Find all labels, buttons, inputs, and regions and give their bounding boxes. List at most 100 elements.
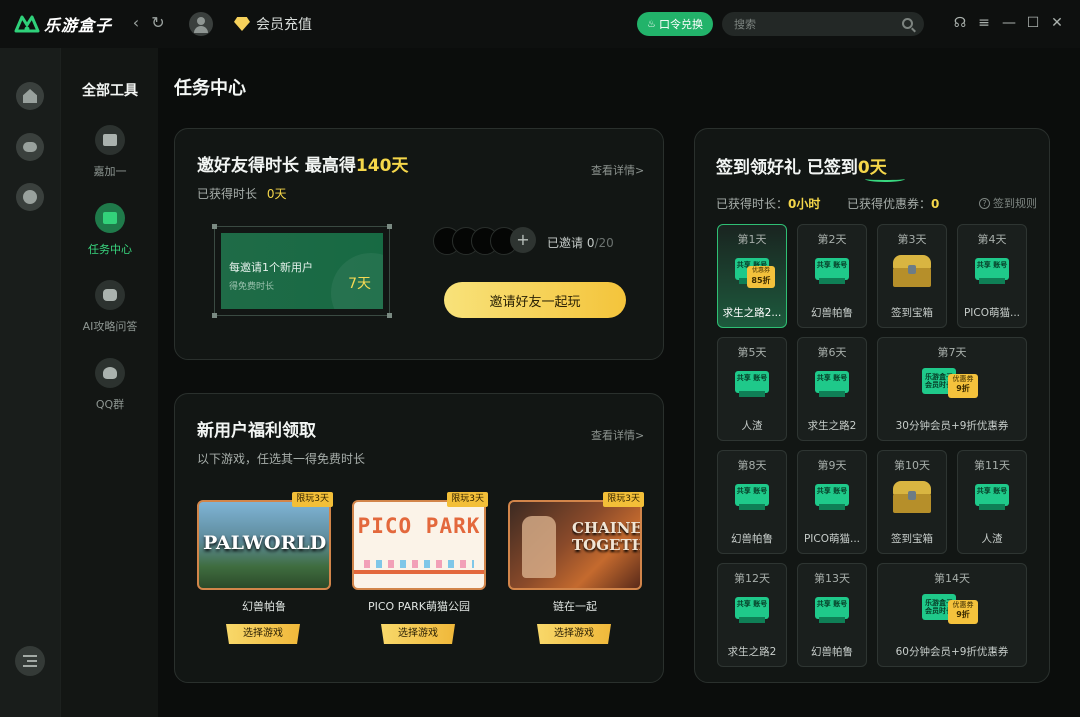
checkin-day-14[interactable]: 第14天 乐游盒子 会员时长 优惠券 9折 60分钟会员+9折优惠券 [877,563,1027,667]
day-reward-name: PICO萌猫... [963,307,1021,319]
close-icon[interactable]: ✕ [1049,14,1065,32]
tool-task-center[interactable]: 任务中心 [61,203,159,257]
vip-coupon-icon: 乐游盒子 会员时长 优惠券 9折 [922,368,982,404]
coupon-text: 优惠券 9折 [948,374,978,398]
headset-icon[interactable]: ☊ [952,14,968,32]
checkin-day-6[interactable]: 第6天 共享 账号 求生之路2 [797,337,867,441]
checkin-day-12[interactable]: 第12天共享 账号求生之路2 [717,563,787,667]
tools-title: 全部工具 [82,83,138,99]
refresh-button[interactable]: ↻ [149,14,167,32]
checkin-title: 签到领好礼 已签到0天 [716,153,887,178]
day-label: 第8天 [737,459,767,472]
app-name: 乐游盒子 [44,16,113,35]
search-icon[interactable] [902,18,913,29]
vip-recharge-button[interactable]: 会员充值 [234,14,312,34]
day-label: 第7天 [937,346,967,359]
checkin-day-13[interactable]: 第13天 共享 账号 幻兽帕鲁 [797,563,867,667]
palworld-cover-title: PALWORLD [203,532,327,554]
search-input[interactable] [734,17,894,31]
user-avatar[interactable] [189,12,213,36]
collapse-sidebar-icon[interactable] [15,646,45,676]
ticket-text: 共享 账号 [816,487,848,495]
invite-title: 邀好友得时长 最高得140天 [197,151,408,176]
tool-qq-group[interactable]: QQ群 [61,358,159,412]
checkin-day-3[interactable]: 第3天签到宝箱 [877,224,947,328]
invite-details-link[interactable]: 查看详情> [591,162,644,178]
redeem-code-label: 口令兑换 [658,18,703,31]
checkin-day-1[interactable]: 第1天 共享 账号 优惠券 85折 求生之路2... [717,224,787,328]
tool-label: 嘉加一 [93,165,127,178]
shared-account-ticket-icon: 共享 账号 [735,597,769,625]
robot-icon [95,280,125,310]
checkin-coupon-label: 已获得优惠券： [847,197,932,211]
coupon-badge: 优惠券 85折 [747,266,775,288]
coupon-top: 优惠券 [952,601,974,609]
invite-earned-label: 已获得时长 [197,187,258,201]
day-label: 第12天 [734,572,770,585]
invite-earned-value: 0天 [266,187,287,201]
coupon-top: 优惠券 [952,375,974,383]
coupon-value: 9折 [956,610,970,619]
select-game-button[interactable]: 选择游戏 [537,624,611,644]
day-reward-name: 人渣 [741,420,763,432]
day-label: 第13天 [814,572,850,585]
day-reward-name: 求生之路2 [727,646,777,658]
back-button[interactable]: ‹ [127,14,145,32]
select-game-button[interactable]: 选择游戏 [226,624,300,644]
plus-one-icon [95,125,125,155]
tool-plus-one[interactable]: 嘉加一 [61,125,159,179]
shared-account-ticket-icon: 共享 账号 [735,371,769,399]
checkin-day-5[interactable]: 第5天 共享 账号 人渣 [717,337,787,441]
search-box[interactable] [722,12,924,36]
checkin-day-7[interactable]: 第7天 乐游盒子 会员时长 优惠券 9折 30分钟会员+9折优惠券 [877,337,1027,441]
maximize-icon[interactable]: ☐ [1025,14,1041,32]
day-label: 第4天 [977,233,1007,246]
game-name: PICO PARK萌猫公园 [367,600,471,613]
checkin-day-2[interactable]: 第2天 共享 账号 幻兽帕鲁 [797,224,867,328]
reward-line2: 得免费时长 [229,282,275,292]
diamond-icon [234,17,250,31]
tool-ai-guide[interactable]: AI攻略问答 [61,280,159,334]
shared-account-ticket-icon: 共享 账号 [735,484,769,512]
shared-account-ticket-icon: 共享 账号 [815,597,849,625]
minimize-icon[interactable]: — [1001,14,1017,32]
app-logo[interactable]: 乐游盒子 [14,12,112,36]
checkin-rules-link[interactable]: ? 签到规则 [979,195,1037,211]
treasure-chest-icon [893,255,931,287]
checkin-day-4[interactable]: 第4天共享 账号 PICO萌猫... [957,224,1027,328]
checkin-day-10[interactable]: 第10天 签到宝箱 [877,450,947,554]
checkin-earned-label: 已获得时长： [716,197,789,211]
redeem-code-button[interactable]: ♨ 口令兑换 [637,12,713,36]
day-reward-name: 幻兽帕鲁 [731,533,773,545]
vip-coupon-icon: 乐游盒子 会员时长 优惠券 9折 [922,594,982,630]
tool-label: 任务中心 [88,243,132,256]
day-reward-name: 人渣 [981,533,1003,545]
day-label: 第3天 [897,233,927,246]
checkin-day-9[interactable]: 第9天 共享 账号 PICO萌猫... [797,450,867,554]
ticket-text: 共享 账号 [816,600,848,608]
menu-icon[interactable]: ≡ [976,14,992,32]
checkin-coupon-value: 0 [931,197,940,211]
planet-icon[interactable] [16,183,44,211]
add-invitee-icon[interactable]: + [510,227,536,253]
invite-friends-button[interactable]: 邀请好友一起玩 [444,282,626,318]
checkin-coupons: 已获得优惠券：0 [847,195,939,212]
ticket-text: 共享 账号 [736,487,768,495]
day-reward-name: 60分钟会员+9折优惠券 [895,646,1009,658]
home-icon[interactable] [16,82,44,110]
title-underline-decoration [865,176,905,182]
shared-account-ticket-icon: 共享 账号 [975,258,1009,286]
select-game-button[interactable]: 选择游戏 [381,624,455,644]
coupon-top: 优惠券 [751,267,770,274]
gamepad-icon[interactable] [16,133,44,161]
newuser-details-link[interactable]: 查看详情> [591,427,644,443]
invite-title-text: 邀好友得时长 最高得 [197,156,356,176]
invite-reward-panel: 每邀请1个新用户 得免费时长 7天 [221,233,383,309]
chained-cover-title: CHAINED TOGETHER [572,520,640,554]
task-check-icon [95,203,125,233]
checkin-earned-value: 0小时 [788,197,821,211]
checkin-day-11[interactable]: 第11天 共享 账号 人渣 [957,450,1027,554]
checkin-day-8[interactable]: 第8天共享 账号幻兽帕鲁 [717,450,787,554]
palworld-cover: PALWORLD [197,500,331,590]
day-reward-name: 签到宝箱 [891,307,933,319]
